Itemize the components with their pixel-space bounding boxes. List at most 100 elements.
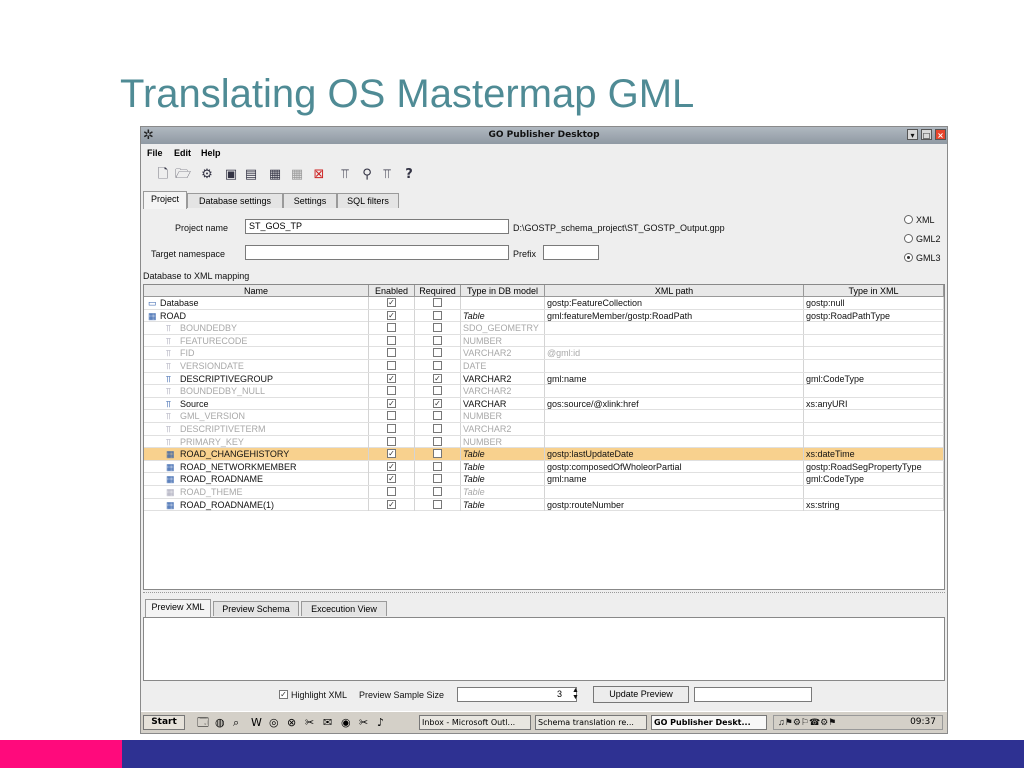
schema-icon[interactable]: ⚲ bbox=[359, 167, 375, 183]
enabled-checkbox[interactable]: ✓ bbox=[387, 310, 396, 320]
required-checkbox[interactable] bbox=[433, 411, 442, 421]
enabled-checkbox[interactable]: ✓ bbox=[387, 298, 396, 307]
table-row[interactable]: ⫪ VERSIONDATE DATE bbox=[144, 360, 944, 373]
project-name-input[interactable]: ST_GOS_TP bbox=[245, 219, 509, 234]
enabled-checkbox[interactable] bbox=[387, 436, 396, 446]
required-checkbox[interactable] bbox=[433, 424, 442, 433]
enabled-checkbox[interactable]: ✓ bbox=[387, 499, 396, 509]
task-inbox[interactable]: Inbox - Microsoft Outl... bbox=[419, 715, 531, 730]
required-checkbox[interactable] bbox=[433, 449, 442, 459]
tools-icon[interactable]: ✂ bbox=[305, 716, 314, 730]
radio-gml3[interactable] bbox=[904, 253, 913, 262]
tab-database-settings[interactable]: Database settings bbox=[187, 193, 283, 208]
task-go-publisher[interactable]: GO Publisher Deskt... bbox=[651, 715, 767, 730]
tab-sql-filters[interactable]: SQL filters bbox=[337, 193, 399, 208]
save-icon[interactable]: ▣ bbox=[223, 167, 239, 183]
tab-project[interactable]: Project bbox=[143, 191, 187, 209]
required-checkbox[interactable] bbox=[433, 335, 442, 345]
enabled-checkbox[interactable] bbox=[387, 361, 396, 370]
enabled-checkbox[interactable] bbox=[387, 348, 396, 358]
minimize-button[interactable]: ▾ bbox=[907, 129, 918, 140]
table-row[interactable]: ⫪ GML_VERSION NUMBER bbox=[144, 410, 944, 423]
table-row[interactable]: ⫪ BOUNDEDBY_NULL VARCHAR2 bbox=[144, 385, 944, 398]
table-row[interactable]: ▦ ROAD_CHANGEHISTORY ✓ Table gostp:lastUpdat… bbox=[144, 448, 944, 461]
radio-gml2[interactable] bbox=[904, 234, 913, 243]
enabled-checkbox[interactable] bbox=[387, 411, 396, 421]
menu-edit[interactable]: Edit bbox=[174, 148, 191, 158]
tab-preview-schema[interactable]: Preview Schema bbox=[213, 601, 299, 616]
table-icon[interactable]: ▦ bbox=[267, 167, 283, 183]
table-row[interactable]: ⫪ DESCRIPTIVETERM VARCHAR2 bbox=[144, 423, 944, 436]
start-button[interactable]: Start bbox=[143, 715, 185, 730]
tray-icons[interactable]: ♫⚑⚙⚐☎⚙⚑ bbox=[778, 717, 836, 728]
preview-pane[interactable] bbox=[143, 617, 945, 681]
table-row[interactable]: ⫪ PRIMARY_KEY NUMBER bbox=[144, 435, 944, 449]
enabled-checkbox[interactable]: ✓ bbox=[387, 398, 396, 408]
col-name[interactable]: Name bbox=[144, 285, 369, 297]
menu-file[interactable]: File bbox=[147, 148, 163, 158]
required-checkbox[interactable] bbox=[433, 436, 442, 446]
title-bar[interactable]: ✲ GO Publisher Desktop ▾ □ × bbox=[141, 127, 947, 144]
col-xml-path[interactable]: XML path bbox=[545, 285, 804, 297]
enabled-checkbox[interactable]: ✓ bbox=[387, 373, 396, 383]
stop-icon[interactable]: ⊗ bbox=[287, 716, 296, 730]
enabled-checkbox[interactable] bbox=[387, 386, 396, 396]
required-checkbox[interactable] bbox=[433, 499, 442, 509]
col-enabled[interactable]: Enabled bbox=[369, 285, 415, 297]
required-checkbox[interactable]: ✓ bbox=[433, 398, 442, 408]
enabled-checkbox[interactable]: ✓ bbox=[387, 461, 396, 471]
close-button[interactable]: × bbox=[935, 129, 946, 140]
help-icon[interactable]: ? bbox=[401, 167, 417, 183]
table-row[interactable]: ▦ ROAD_THEME Table bbox=[144, 486, 944, 499]
enabled-checkbox[interactable]: ✓ bbox=[387, 449, 396, 459]
table-row[interactable]: ▦ ROAD_NETWORKMEMBER ✓ Table gostp:composedO… bbox=[144, 460, 944, 474]
new-document-icon[interactable]: 🗋 bbox=[155, 167, 171, 183]
grey-table-icon[interactable]: ▦ bbox=[289, 167, 305, 183]
table-row[interactable]: ⫪ FEATURECODE NUMBER bbox=[144, 334, 944, 348]
stepper-up-icon[interactable]: ▲ bbox=[572, 687, 579, 694]
required-checkbox[interactable] bbox=[433, 487, 442, 496]
required-checkbox[interactable] bbox=[433, 348, 442, 358]
col-db-type[interactable]: Type in DB model bbox=[461, 285, 545, 297]
required-checkbox[interactable]: ✓ bbox=[433, 373, 442, 383]
col-xml-type[interactable]: Type in XML bbox=[804, 285, 944, 297]
update-preview-button[interactable]: Update Preview bbox=[593, 686, 689, 703]
desktop-icon[interactable]: 🗔 bbox=[197, 716, 209, 730]
table-row[interactable]: ▦ ROAD ✓ Table gml:featureMember/gostp:RoadP… bbox=[144, 309, 944, 323]
mail-icon[interactable]: ✉ bbox=[323, 716, 332, 730]
radio-xml[interactable] bbox=[904, 215, 913, 224]
required-checkbox[interactable] bbox=[433, 361, 442, 370]
gear-icon[interactable]: ⚙ bbox=[199, 167, 215, 183]
menu-help[interactable]: Help bbox=[201, 148, 221, 158]
word-icon[interactable]: W bbox=[251, 716, 262, 730]
tab-execution-view[interactable]: Excecution View bbox=[301, 601, 387, 616]
enabled-checkbox[interactable] bbox=[387, 424, 396, 433]
stepper-down-icon[interactable]: ▼ bbox=[572, 694, 579, 701]
tab-preview-xml[interactable]: Preview XML bbox=[145, 599, 211, 617]
table-row[interactable]: ▭ Database ✓ gostp:FeatureCollection gostp:n… bbox=[144, 297, 944, 310]
prefix-input[interactable] bbox=[543, 245, 599, 260]
browser-icon[interactable]: ◍ bbox=[215, 716, 225, 730]
task-schema[interactable]: Schema translation re... bbox=[535, 715, 647, 730]
app-icon[interactable]: ◎ bbox=[269, 716, 279, 730]
required-checkbox[interactable] bbox=[433, 386, 442, 396]
sample-size-input[interactable]: 3 bbox=[457, 687, 577, 702]
save-all-icon[interactable]: ▤ bbox=[243, 167, 259, 183]
delete-table-icon[interactable]: ⊠ bbox=[311, 167, 327, 183]
maximize-button[interactable]: □ bbox=[921, 129, 932, 140]
col-required[interactable]: Required bbox=[415, 285, 461, 297]
media-icon[interactable]: ♪ bbox=[377, 716, 384, 730]
mapping-wizard-icon[interactable]: ⫪ bbox=[379, 167, 395, 183]
splitter[interactable] bbox=[143, 592, 945, 599]
required-checkbox[interactable] bbox=[433, 461, 442, 471]
enabled-checkbox[interactable]: ✓ bbox=[387, 474, 396, 484]
required-checkbox[interactable] bbox=[433, 474, 442, 484]
required-checkbox[interactable] bbox=[433, 323, 442, 333]
table-row[interactable]: ▦ ROAD_ROADNAME(1) ✓ Table gostp:routeNumber… bbox=[144, 498, 944, 512]
open-folder-icon[interactable]: 🗁 bbox=[175, 167, 191, 183]
namespace-input[interactable] bbox=[245, 245, 509, 260]
enabled-checkbox[interactable] bbox=[387, 323, 396, 333]
enabled-checkbox[interactable] bbox=[387, 487, 396, 496]
highlight-xml-checkbox[interactable]: ✓ bbox=[279, 690, 288, 699]
globe-icon[interactable]: ◉ bbox=[341, 716, 351, 730]
